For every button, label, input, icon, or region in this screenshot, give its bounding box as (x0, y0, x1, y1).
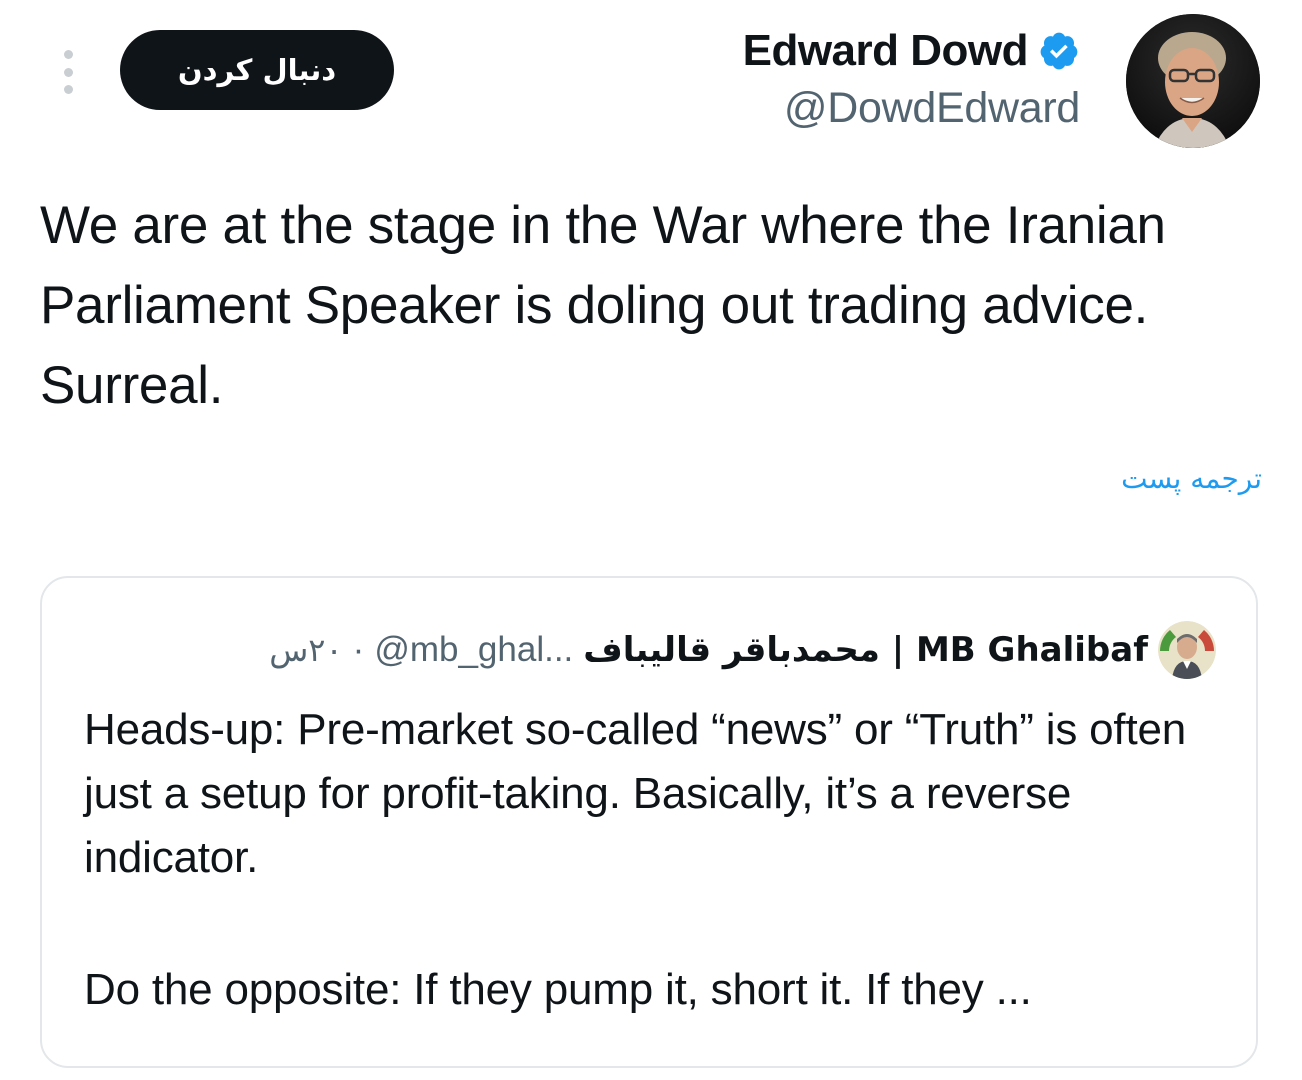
quote-author-avatar (1158, 621, 1216, 679)
author-handle[interactable]: @DowdEdward (743, 84, 1080, 133)
more-options-button[interactable] (58, 50, 78, 94)
tweet-author: Edward Dowd @DowdEdward (743, 22, 1081, 133)
more-dots-icon-dot-2 (63, 67, 73, 77)
quote-timestamp[interactable]: ۲۰س (269, 631, 342, 669)
verified-badge-icon (1040, 32, 1078, 70)
follow-button-label: دنبال کردن (177, 53, 337, 87)
quote-separator: · (352, 630, 365, 669)
quoted-tweet-text: Heads-up: Pre-market so-called “news” or… (84, 698, 1234, 1022)
author-name[interactable]: Edward Dowd (743, 26, 1029, 76)
more-dots-icon (63, 50, 73, 59)
quote-paragraph: Do the opposite: If they pump it, short … (84, 965, 1032, 1014)
tweet-text: We are at the stage in the War where the… (40, 196, 1166, 415)
translate-post-link[interactable]: ترجمه پست (1121, 462, 1262, 495)
quoted-tweet-card[interactable]: ۲۰س · @mb_ghal... محمدباقر قالیباف | MB … (40, 576, 1258, 1068)
author-name-row: Edward Dowd (743, 22, 1080, 80)
quote-author-handle: @mb_ghal... (374, 630, 574, 669)
quote-avatar-photo (1158, 621, 1216, 679)
follow-button[interactable]: دنبال کردن (120, 30, 394, 110)
more-dots-icon-dot-3 (63, 85, 73, 94)
author-avatar[interactable] (1126, 14, 1260, 148)
quoted-tweet-header: ۲۰س · @mb_ghal... محمدباقر قالیباف | MB … (269, 618, 1216, 682)
quote-paragraph: Heads-up: Pre-market so-called “news” or… (84, 705, 1187, 882)
avatar-photo (1126, 14, 1260, 148)
quote-author-name: محمدباقر قالیباف | MB Ghalibaf (583, 630, 1148, 670)
